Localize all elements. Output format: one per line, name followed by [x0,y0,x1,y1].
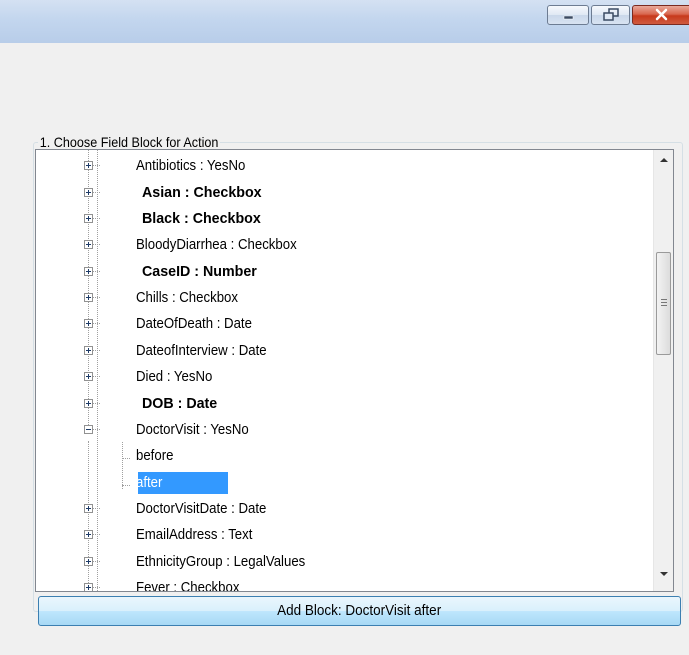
tree-node-label: DateOfDeath : Date [136,315,252,332]
add-block-button[interactable]: Add Block: DoctorVisit after [38,596,681,626]
expand-icon[interactable] [84,557,93,566]
scrollbar-thumb[interactable] [656,252,671,355]
tree-node[interactable]: DateofInterview : Date [36,339,653,365]
expand-icon[interactable] [84,214,93,223]
expand-icon[interactable] [84,583,93,591]
tree-line [93,165,100,166]
tree-line [93,429,100,430]
expand-icon[interactable] [84,372,93,381]
tree-node-label: Fever : Checkbox [136,579,240,592]
tree-node[interactable]: Chills : Checkbox [36,286,653,312]
tree-child-node[interactable]: before [36,444,653,470]
expand-icon[interactable] [84,267,93,276]
expand-icon[interactable] [84,161,93,170]
tree-line [93,403,100,404]
tree-node-label: Antibiotics : YesNo [136,157,246,174]
tree-node[interactable]: CaseID : Number [36,260,653,286]
vertical-scrollbar[interactable] [653,150,673,591]
arrow-down-icon [660,572,668,576]
tree-node-label: Chills : Checkbox [136,289,238,306]
collapse-icon[interactable] [84,425,93,434]
title-bar [0,0,689,43]
minimize-icon [563,15,574,20]
expand-icon[interactable] [84,504,93,513]
tree-node-label: DOB : Date [142,395,218,412]
tree-node-label: EthnicityGroup : LegalValues [136,553,306,570]
tree-node-label: DateofInterview : Date [136,342,267,359]
tree-line [93,587,100,588]
expand-icon[interactable] [84,346,93,355]
tree-line [93,508,100,509]
grip-line [661,299,667,300]
close-button[interactable] [632,5,689,25]
tree-node-label: DoctorVisit : YesNo [136,421,249,438]
tree-node[interactable]: DoctorVisitDate : Date [36,497,653,523]
tree-node-label: before [136,447,174,464]
tree-node[interactable]: EmailAddress : Text [36,523,653,549]
tree-line [93,561,100,562]
tree-node[interactable]: EthnicityGroup : LegalValues [36,550,653,576]
tree-node[interactable]: Asian : Checkbox [36,181,653,207]
tree-node[interactable]: DoctorVisit : YesNo [36,418,653,444]
tree-node[interactable]: BloodyDiarrhea : Checkbox [36,233,653,259]
expand-icon[interactable] [84,293,93,302]
tree-node[interactable]: DateOfDeath : Date [36,312,653,338]
tree-line [93,534,100,535]
add-block-button-label: Add Block: DoctorVisit after [277,602,442,619]
tree-node-label: EmailAddress : Text [136,526,253,543]
restore-button[interactable] [591,5,630,25]
expand-icon[interactable] [84,399,93,408]
tree-line [93,244,100,245]
expand-icon[interactable] [84,319,93,328]
tree-node-label: CaseID : Number [142,263,257,280]
tree-line [93,297,100,298]
expand-icon[interactable] [84,240,93,249]
expand-icon[interactable] [84,530,93,539]
expand-icon[interactable] [84,188,93,197]
field-block-tree[interactable]: Antibiotics : YesNo Asian : Checkbox Bla… [35,149,674,592]
tree-node[interactable]: Black : Checkbox [36,207,653,233]
tree-node-label: Asian : Checkbox [142,184,262,201]
grip-line [661,305,667,306]
tree-node-label: BloodyDiarrhea : Checkbox [136,236,297,253]
tree-line [93,271,100,272]
tree-line [93,323,100,324]
tree-node[interactable]: Fever : Checkbox [36,576,653,592]
tree-line [93,350,100,351]
tree-node-label: after [136,474,163,491]
close-icon [655,8,668,21]
scroll-up-button[interactable] [654,150,673,167]
tree-node[interactable]: Died : YesNo [36,365,653,391]
restore-icon [603,8,619,21]
tree-line [93,218,100,219]
tree-child-node-selected[interactable]: after [36,471,653,497]
tree-node-label: DoctorVisitDate : Date [136,500,267,517]
tree-node[interactable]: Antibiotics : YesNo [36,154,653,180]
tree-node[interactable]: DOB : Date [36,392,653,418]
grip-line [661,302,667,303]
minimize-button[interactable] [547,5,589,25]
tree-node-label: Died : YesNo [136,368,213,385]
tree-node-label: Black : Checkbox [142,210,261,227]
tree-line [93,192,100,193]
scroll-down-button[interactable] [654,566,673,583]
arrow-up-icon [660,158,668,162]
tree-line [93,376,100,377]
